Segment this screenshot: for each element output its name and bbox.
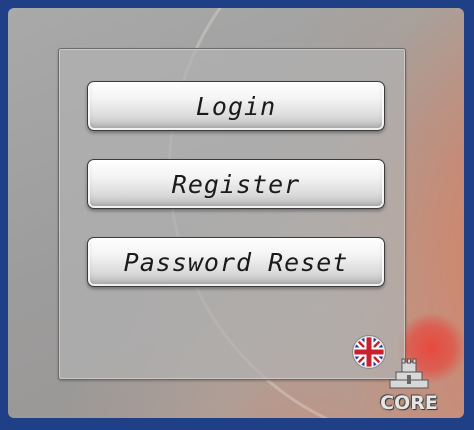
password-reset-button[interactable]: Password Reset bbox=[87, 237, 385, 287]
logo-text: CORE bbox=[380, 392, 438, 414]
register-button-label: Register bbox=[171, 169, 301, 199]
login-button[interactable]: Login bbox=[87, 81, 385, 131]
menu-panel: Login Register Password Reset bbox=[58, 48, 406, 380]
core-logo: CORE bbox=[378, 358, 440, 414]
password-reset-button-label: Password Reset bbox=[123, 247, 349, 277]
login-button-label: Login bbox=[195, 91, 277, 121]
app-window: Login Register Password Reset CORE bbox=[8, 8, 464, 418]
register-button[interactable]: Register bbox=[87, 159, 385, 209]
castle-icon bbox=[389, 358, 429, 389]
